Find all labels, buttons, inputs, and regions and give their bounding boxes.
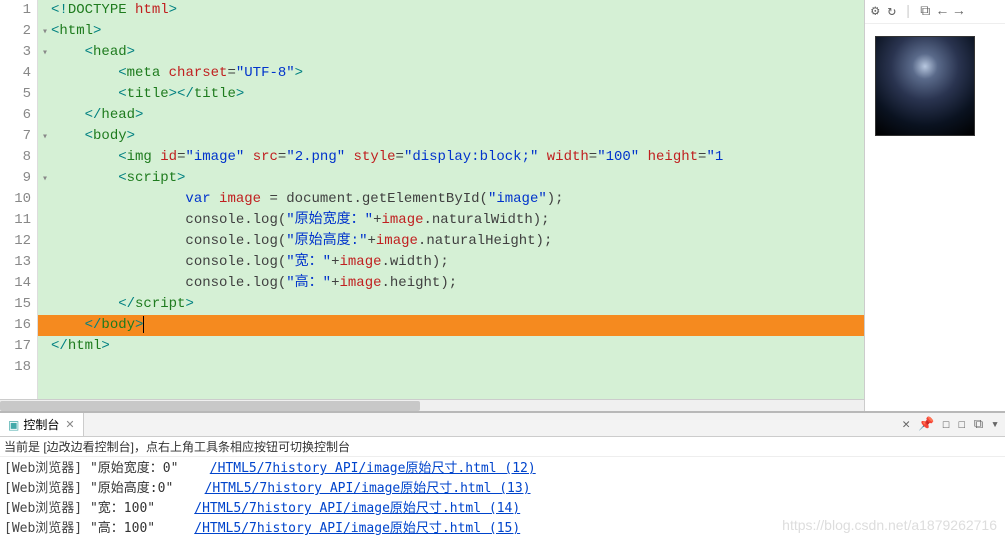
code-line[interactable]: </html>	[38, 336, 864, 357]
forward-icon[interactable]: →	[955, 4, 963, 20]
line-number: 7	[0, 126, 31, 147]
code-line[interactable]: <title></title>	[38, 84, 864, 105]
code-line[interactable]: ▾<html>	[38, 21, 864, 42]
code-line[interactable]: var image = document.getElementById("ima…	[38, 189, 864, 210]
console-row: [Web浏览器] "原始宽度：0" /HTML5/7history API/im…	[4, 459, 1001, 479]
console-source-link[interactable]: /HTML5/7history API/image原始尺寸.html (15)	[194, 521, 520, 536]
back-icon[interactable]: ←	[938, 4, 946, 20]
line-number: 3	[0, 42, 31, 63]
line-number: 1	[0, 0, 31, 21]
console-tabbar: ▣ 控制台 ✕ ✕ 📌 ☐ ☐ ⧉ ▾	[0, 413, 1005, 437]
console-source-link[interactable]: /HTML5/7history API/image原始尺寸.html (13)	[205, 481, 531, 496]
code-line[interactable]: console.log("原始高度:"+image.naturalHeight)…	[38, 231, 864, 252]
preview-image	[875, 36, 975, 136]
code-line[interactable]: console.log("宽："+image.width);	[38, 252, 864, 273]
code-line[interactable]: <!DOCTYPE html>	[38, 0, 864, 21]
line-number: 9	[0, 168, 31, 189]
line-number: 4	[0, 63, 31, 84]
console-icon: ▣	[8, 418, 19, 432]
code-line[interactable]: <meta charset="UTF-8">	[38, 63, 864, 84]
preview-viewport[interactable]	[865, 24, 1005, 411]
pin-icon[interactable]: 📌	[918, 417, 934, 432]
line-number: 2	[0, 21, 31, 42]
code-line[interactable]: console.log("高："+image.height);	[38, 273, 864, 294]
code-line[interactable]: ▾ <body>	[38, 126, 864, 147]
line-number: 18	[0, 357, 31, 378]
line-number: 15	[0, 294, 31, 315]
box-icon[interactable]: ⧉	[920, 4, 930, 20]
console-panel: ▣ 控制台 ✕ ✕ 📌 ☐ ☐ ⧉ ▾ 当前是 [边改边看控制台]，点右上角工具…	[0, 411, 1005, 541]
line-number: 16	[0, 315, 31, 336]
gear-icon[interactable]: ⚙	[871, 3, 879, 20]
code-line[interactable]: console.log("原始宽度："+image.naturalWidth);	[38, 210, 864, 231]
code-line-highlighted[interactable]: </body>	[38, 315, 864, 336]
console-source-link[interactable]: /HTML5/7history API/image原始尺寸.html (14)	[194, 501, 520, 516]
console-row: [Web浏览器] "原始高度:0" /HTML5/7history API/im…	[4, 479, 1001, 499]
code-line[interactable]: </script>	[38, 294, 864, 315]
console-hint: 当前是 [边改边看控制台]，点右上角工具条相应按钮可切换控制台	[0, 437, 1005, 457]
line-number: 5	[0, 84, 31, 105]
line-number: 6	[0, 105, 31, 126]
console-row: [Web浏览器] "宽：100" /HTML5/7history API/ima…	[4, 499, 1001, 519]
code-line[interactable]: ▾ <head>	[38, 42, 864, 63]
line-number: 11	[0, 210, 31, 231]
toggle-icon[interactable]: ☐	[942, 417, 950, 432]
line-number: 17	[0, 336, 31, 357]
console-tab-label: 控制台	[23, 416, 59, 433]
code-editor[interactable]: 1 2 3 4 5 6 7 8 9 10 11 12 13 14 15 16 1…	[0, 0, 864, 399]
close-icon[interactable]: ✕	[65, 418, 74, 431]
refresh-icon[interactable]: ↻	[887, 3, 895, 20]
toggle-icon[interactable]: ☐	[958, 417, 966, 432]
close-icon[interactable]: ✕	[902, 417, 910, 432]
console-right-toolbar: ✕ 📌 ☐ ☐ ⧉ ▾	[896, 413, 1005, 436]
line-number: 14	[0, 273, 31, 294]
dropdown-icon[interactable]: ▾	[991, 417, 999, 432]
line-number: 13	[0, 252, 31, 273]
console-source-link[interactable]: /HTML5/7history API/image原始尺寸.html (12)	[210, 461, 536, 476]
code-lines[interactable]: <!DOCTYPE html> ▾<html> ▾ <head> <meta c…	[38, 0, 864, 399]
line-number: 8	[0, 147, 31, 168]
line-number: 12	[0, 231, 31, 252]
horizontal-scrollbar[interactable]	[0, 399, 864, 411]
scrollbar-thumb[interactable]	[0, 401, 420, 411]
line-gutter: 1 2 3 4 5 6 7 8 9 10 11 12 13 14 15 16 1…	[0, 0, 38, 399]
toolbar-divider: |	[904, 4, 912, 20]
tab-console[interactable]: ▣ 控制台 ✕	[0, 413, 84, 436]
editor-pane: 1 2 3 4 5 6 7 8 9 10 11 12 13 14 15 16 1…	[0, 0, 865, 411]
preview-pane: ⚙ ↻ | ⧉ ← →	[865, 0, 1005, 411]
text-cursor	[143, 316, 144, 333]
window-icon[interactable]: ⧉	[974, 417, 983, 432]
code-line[interactable]: <img id="image" src="2.png" style="displ…	[38, 147, 864, 168]
code-line[interactable]: ▾ <script>	[38, 168, 864, 189]
code-line-empty[interactable]	[38, 357, 864, 378]
line-number: 10	[0, 189, 31, 210]
console-row: [Web浏览器] "高：100" /HTML5/7history API/ima…	[4, 519, 1001, 539]
code-line[interactable]: </head>	[38, 105, 864, 126]
console-body[interactable]: [Web浏览器] "原始宽度：0" /HTML5/7history API/im…	[0, 457, 1005, 541]
preview-toolbar: ⚙ ↻ | ⧉ ← →	[865, 0, 1005, 24]
